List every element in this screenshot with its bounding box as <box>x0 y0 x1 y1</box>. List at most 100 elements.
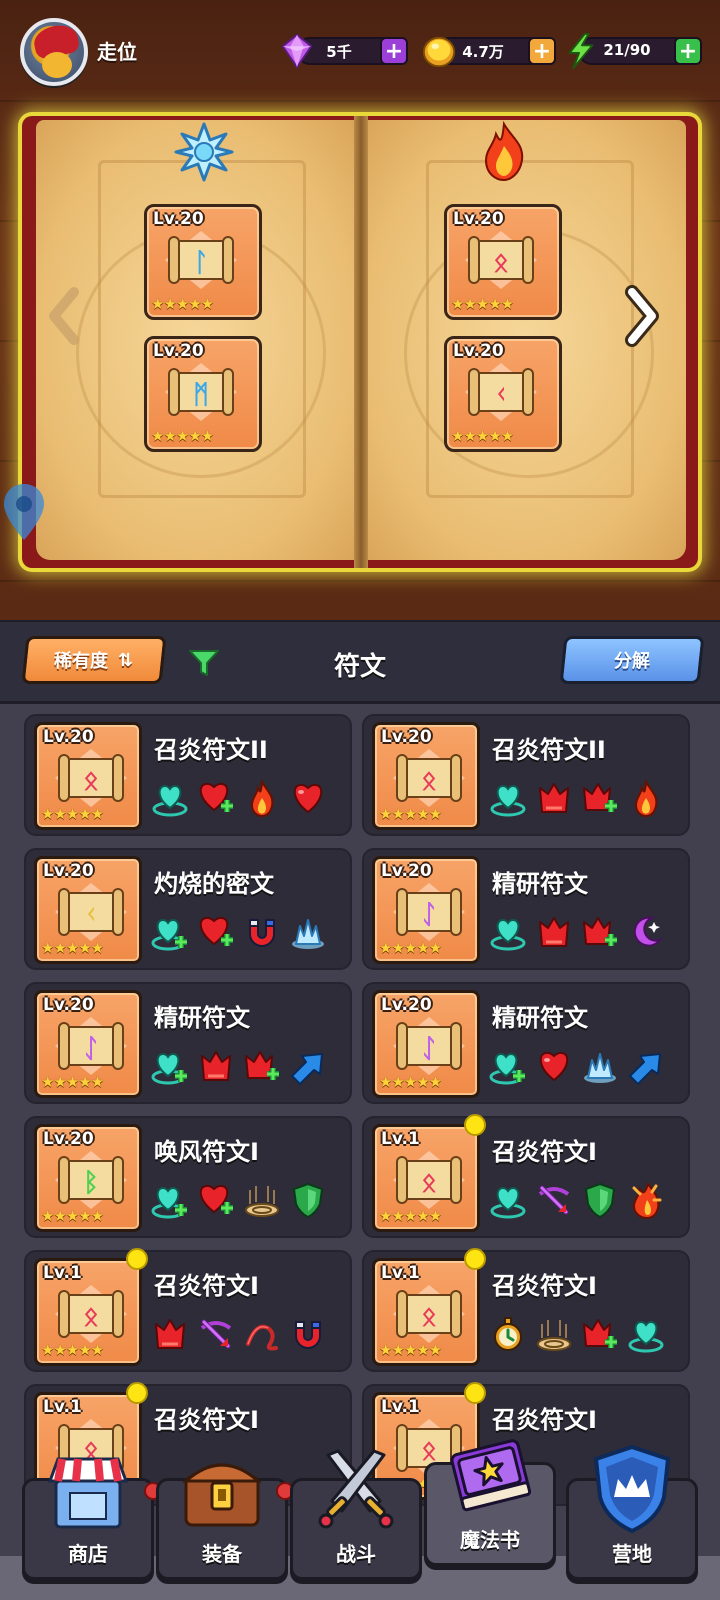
svg-text:ᛟ: ᛟ <box>421 1302 437 1332</box>
new-indicator-dot <box>126 1382 148 1404</box>
rune-scroll-icon: ᚲ <box>55 883 127 941</box>
add-gold-button[interactable]: + <box>528 37 556 65</box>
heal-plus-icon <box>151 1052 187 1085</box>
shield-icon <box>584 1182 616 1219</box>
rune-card[interactable]: Lv.20 ᛟ ★★★★★ 召炎符文II <box>362 714 690 836</box>
attack-icon <box>155 1319 185 1349</box>
rune-stars: ★★★★★ <box>151 295 214 313</box>
equipped-rune-slot[interactable]: Lv.20 ᛚ ★★★★★ <box>144 204 262 320</box>
decompose-label: 分解 <box>614 651 650 672</box>
rune-card[interactable]: Lv.20 ᛇ ★★★★★ 精研符文 <box>362 982 690 1104</box>
equipped-rune-slot[interactable]: Lv.20 ᛟ ★★★★★ <box>444 204 562 320</box>
rune-attributes <box>488 1046 688 1086</box>
avatar[interactable] <box>20 18 88 86</box>
svg-text:ᛇ: ᛇ <box>83 1034 99 1064</box>
flame-icon <box>250 778 274 818</box>
decompose-button[interactable]: 分解 <box>559 636 705 684</box>
rune-scroll-icon: ᚲ <box>465 363 537 421</box>
rune-scroll-icon: ᛚ <box>165 231 237 289</box>
rune-card[interactable]: Lv.20 ᛇ ★★★★★ 精研符文 <box>362 848 690 970</box>
rune-thumbnail: Lv.1ᛟ ★★★★★ <box>372 1124 480 1232</box>
nav-equipment-label: 装备 <box>202 1542 242 1566</box>
rune-card[interactable]: Lv.20 ᛟ ★★★★★ 召炎符文II <box>24 714 352 836</box>
nav-equipment[interactable]: 装备 <box>156 1463 288 1580</box>
rune-attributes <box>150 1314 350 1354</box>
add-gems-button[interactable]: + <box>380 37 408 65</box>
new-indicator-dot <box>464 1114 486 1136</box>
svg-text:ᚲ: ᚲ <box>493 380 509 410</box>
rune-level: Lv.20 <box>153 341 204 361</box>
rune-attributes <box>488 1180 688 1220</box>
heal-ring-icon <box>490 1186 526 1219</box>
rune-name: 灼烧的密文 <box>154 870 274 898</box>
prev-page-arrow-icon[interactable] <box>44 284 84 348</box>
heal-plus-icon <box>489 1052 525 1085</box>
svg-text:ᛇ: ᛇ <box>421 1034 437 1064</box>
rune-card[interactable]: Lv.1ᛟ ★★★★★ 召炎符文I <box>362 1248 690 1372</box>
nav-spellbook[interactable]: 魔法书 <box>424 1439 556 1566</box>
player-name: 走位 <box>97 40 137 64</box>
svg-text:ᛒ: ᛒ <box>83 1168 99 1198</box>
swords-icon <box>318 1449 394 1529</box>
rune-level: Lv.20 <box>43 995 94 1015</box>
heart-plus-icon <box>199 916 233 946</box>
magnet-icon <box>295 1321 321 1349</box>
next-page-arrow-icon[interactable] <box>622 284 662 348</box>
rune-card[interactable]: Lv.20 ᚲ ★★★★★ 灼烧的密文 <box>24 848 352 970</box>
rune-name: 召炎符文I <box>154 1272 259 1300</box>
nav-shop[interactable]: 商店 <box>22 1457 154 1580</box>
nav-camp[interactable]: 营地 <box>566 1444 698 1580</box>
rune-scroll-icon: ᛟ <box>393 1285 465 1343</box>
heal-ring-icon <box>490 918 526 951</box>
attack-plus-icon <box>245 1051 279 1080</box>
arrow-icon <box>629 1053 661 1085</box>
rune-stars: ★★★★★ <box>41 1341 104 1359</box>
rune-card[interactable]: Lv.20 ᛒ ★★★★★ 唤风符文I <box>24 1116 352 1238</box>
frost-icon <box>584 1053 616 1083</box>
svg-text:ᚲ: ᚲ <box>83 900 99 930</box>
rune-scroll-icon: ᛇ <box>393 883 465 941</box>
shield-icon <box>292 1182 324 1219</box>
add-energy-button[interactable]: + <box>674 37 702 65</box>
location-pin-icon[interactable] <box>2 482 46 542</box>
rune-level: Lv.1 <box>381 1129 420 1149</box>
top-header: 走位 5千 + 4.7万 + 21/90 + <box>0 0 720 100</box>
svg-text:ᛟ: ᛟ <box>421 766 437 796</box>
new-indicator-dot <box>464 1382 486 1404</box>
svg-text:ᛗ: ᛗ <box>193 380 209 410</box>
rune-scroll-icon: ᛗ <box>165 363 237 421</box>
rune-card[interactable]: Lv.1ᛟ ★★★★★ 召炎符文I <box>24 1248 352 1372</box>
rune-level: Lv.20 <box>453 341 504 361</box>
svg-text:ᛟ: ᛟ <box>83 766 99 796</box>
flame-burst-icon <box>632 1181 662 1220</box>
heart-icon <box>539 1051 569 1082</box>
rune-stars: ★★★★★ <box>451 427 514 445</box>
rune-stars: ★★★★★ <box>41 805 104 823</box>
rune-name: 召炎符文II <box>154 736 268 764</box>
rune-card[interactable]: Lv.1ᛟ ★★★★★ 召炎符文I <box>362 1114 690 1238</box>
gold-coin-icon <box>422 36 456 68</box>
heart-icon <box>293 783 323 814</box>
attack-plus-icon <box>583 783 617 812</box>
nav-battle[interactable]: 战斗 <box>290 1449 422 1580</box>
rune-card[interactable]: Lv.20 ᛇ ★★★★★ 精研符文 <box>24 982 352 1104</box>
equipped-rune-slot[interactable]: Lv.20 ᚲ ★★★★★ <box>444 336 562 452</box>
rune-scroll-icon: ᛟ <box>55 749 127 807</box>
rune-name: 召炎符文II <box>492 736 606 764</box>
magnet-icon <box>249 919 275 947</box>
bottom-nav: 商店 装备 战斗 魔法书 营地 <box>0 1439 720 1600</box>
heal-ring-icon <box>628 1320 664 1353</box>
shop-icon <box>47 1457 129 1529</box>
rune-attributes <box>488 912 688 952</box>
crossbow-icon <box>200 1319 232 1349</box>
attack-icon <box>201 1051 231 1081</box>
svg-text:ᛚ: ᛚ <box>193 248 209 278</box>
rune-stars: ★★★★★ <box>379 1207 442 1225</box>
rune-scroll-icon: ᛟ <box>465 231 537 289</box>
nav-camp-label: 营地 <box>612 1542 652 1566</box>
equipped-rune-slot[interactable]: Lv.20 ᛗ ★★★★★ <box>144 336 262 452</box>
rune-scroll-icon: ᛟ <box>393 1151 465 1209</box>
rune-stars: ★★★★★ <box>151 427 214 445</box>
rune-stars: ★★★★★ <box>379 1073 442 1091</box>
rune-name: 召炎符文I <box>492 1138 597 1166</box>
